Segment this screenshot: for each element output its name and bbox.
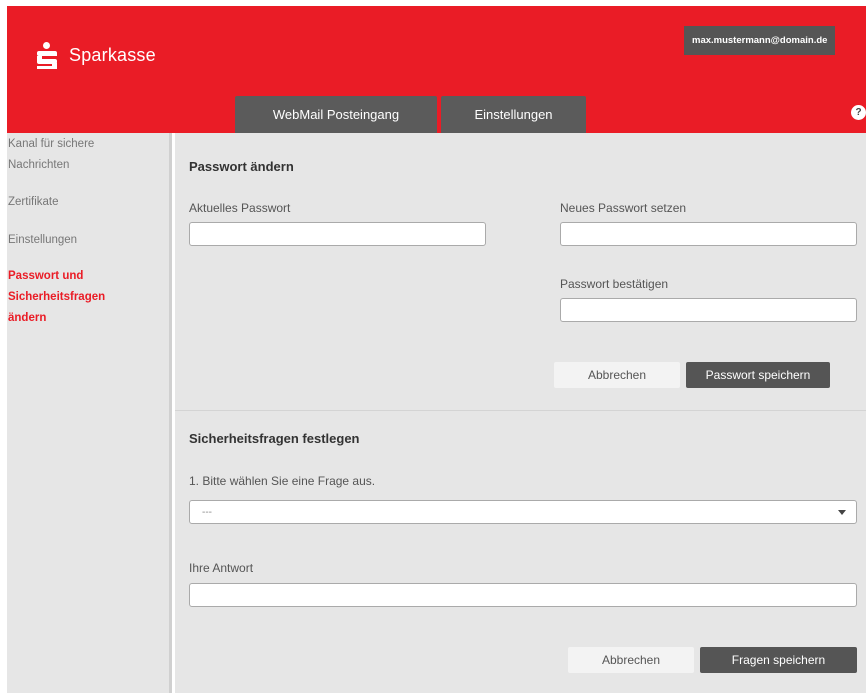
password-save-button[interactable]: Passwort speichern: [686, 362, 830, 388]
sparkasse-logo-icon: [37, 42, 57, 69]
security-section-title: Sicherheitsfragen festlegen: [189, 431, 360, 446]
help-icon[interactable]: ?: [851, 105, 866, 120]
sparkasse-logo[interactable]: Sparkasse: [37, 42, 156, 69]
tab-webmail-inbox[interactable]: WebMail Posteingang: [235, 96, 437, 133]
chevron-down-icon: [838, 510, 846, 515]
new-password-input[interactable]: [560, 222, 857, 246]
current-password-input[interactable]: [189, 222, 486, 246]
main-content: Passwort ändern Aktuelles Passwort Neues…: [175, 133, 866, 693]
security-question-label: 1. Bitte wählen Sie eine Frage aus.: [189, 474, 376, 488]
sidebar-item-password-security[interactable]: Passwort und Sicherheitsfragen ändern: [8, 266, 118, 329]
password-cancel-button[interactable]: Abbrechen: [554, 362, 680, 388]
section-divider: [175, 410, 866, 411]
security-cancel-button[interactable]: Abbrechen: [568, 647, 694, 673]
security-question-select[interactable]: ---: [189, 500, 857, 524]
sidebar-item-settings[interactable]: Einstellungen: [8, 230, 158, 251]
tab-settings[interactable]: Einstellungen: [441, 96, 586, 133]
sidebar-item-certificates[interactable]: Zertifikate: [8, 192, 158, 213]
security-answer-label: Ihre Antwort: [189, 561, 254, 575]
new-password-label: Neues Passwort setzen: [560, 201, 687, 215]
user-account-badge[interactable]: max.mustermann@domain.de: [684, 26, 835, 55]
brand-name: Sparkasse: [69, 44, 156, 65]
sidebar: Kanal für sichere Nachrichten Zertifikat…: [7, 133, 172, 693]
confirm-password-input[interactable]: [560, 298, 857, 322]
security-question-value: ---: [202, 507, 212, 518]
security-save-button[interactable]: Fragen speichern: [700, 647, 857, 673]
confirm-password-label: Passwort bestätigen: [560, 277, 669, 291]
sidebar-item-secure-channel[interactable]: Kanal für sichere Nachrichten: [8, 134, 158, 176]
current-password-label: Aktuelles Passwort: [189, 201, 291, 215]
password-section-title: Passwort ändern: [189, 159, 294, 174]
security-answer-input[interactable]: [189, 583, 857, 607]
